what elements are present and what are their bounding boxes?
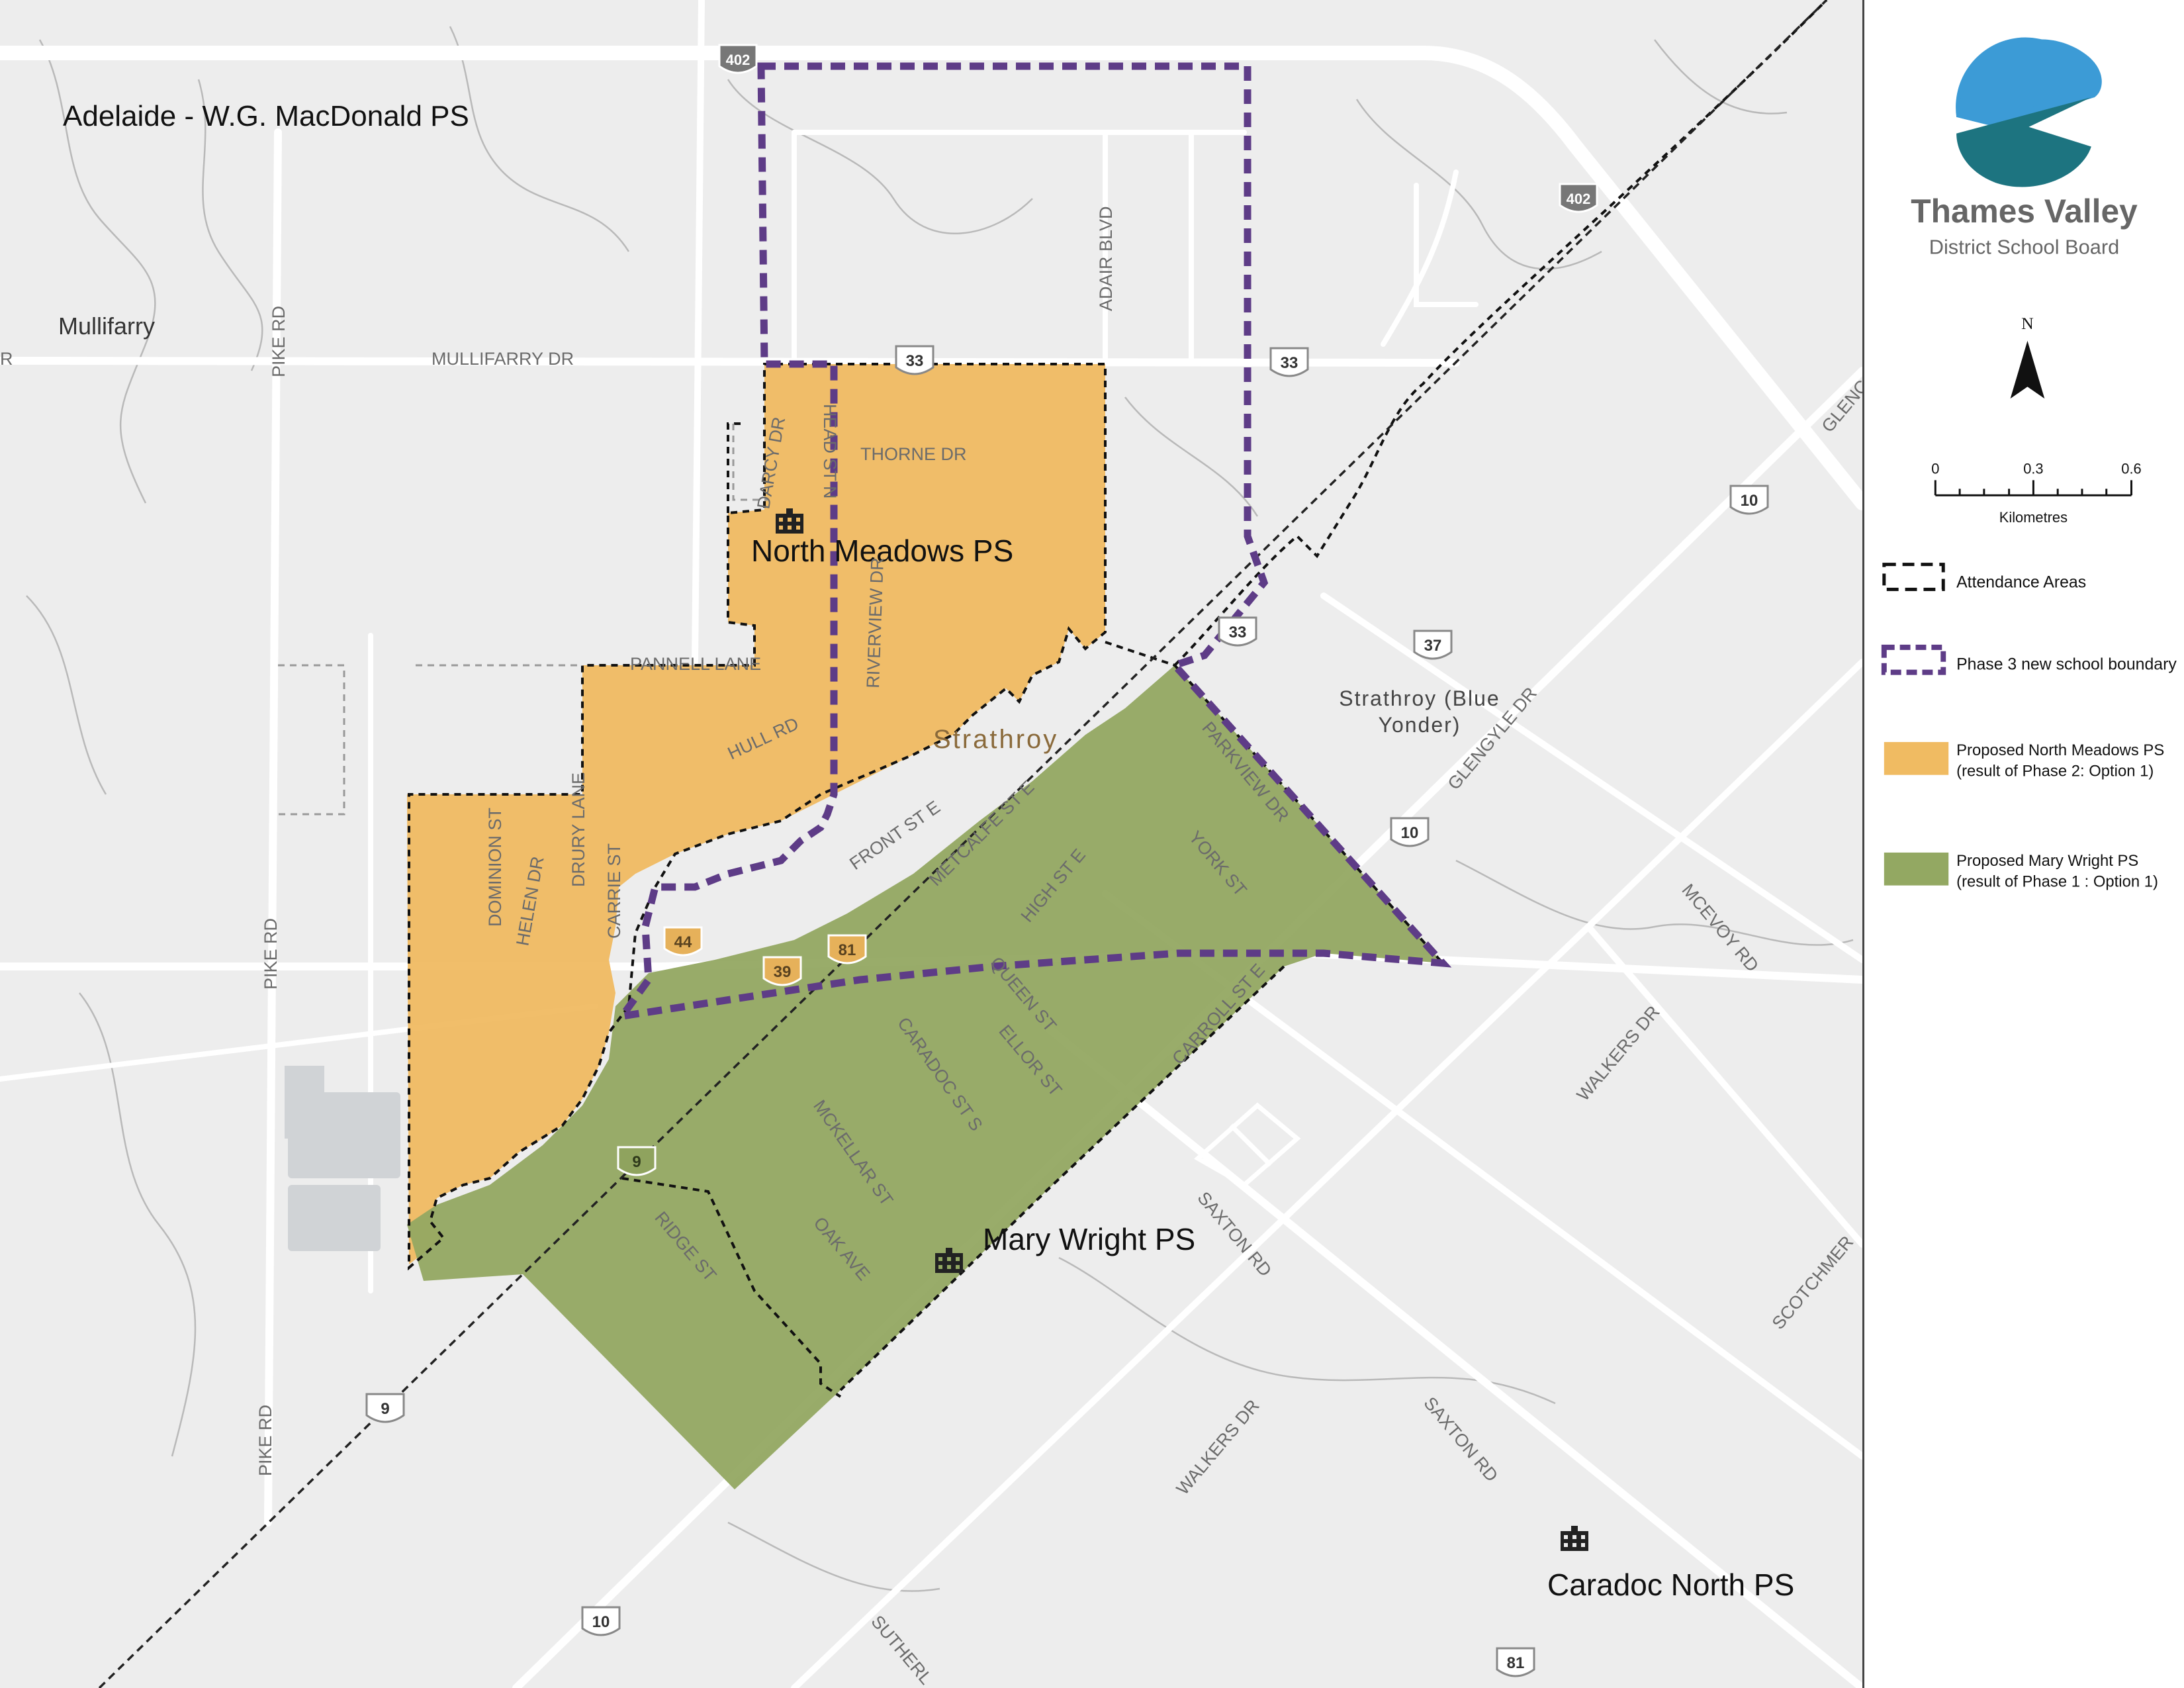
- org-name-line2: District School Board: [1929, 236, 2120, 259]
- shield-81-south: 81: [1496, 1647, 1535, 1677]
- shield-10-north-text: 10: [1741, 492, 1758, 510]
- shield-402-west: 402: [718, 44, 758, 74]
- road-label-drury-lane: DRURY LANE: [569, 773, 588, 887]
- road-label-dominion-st: DOMINION ST: [485, 808, 505, 927]
- shield-402-east: 402: [1559, 183, 1598, 213]
- map-canvas[interactable]: Adelaide - W.G. MacDonald PS Mullifarry …: [0, 0, 1862, 1688]
- shield-9-north: 9: [617, 1146, 657, 1176]
- road-label-pike-rd-1: PIKE RD: [269, 306, 289, 377]
- legend-label-mary-wright-2: (result of Phase 1 : Option 1): [1956, 873, 2158, 891]
- shield-402-east-text: 402: [1567, 191, 1591, 207]
- place-label-mullifarry: Mullifarry: [58, 312, 155, 340]
- shield-10-north: 10: [1729, 485, 1769, 515]
- road-label-pike-rd-2: PIKE RD: [261, 918, 281, 990]
- legend-label-north-meadows-2: (result of Phase 2: Option 1): [1956, 763, 2154, 780]
- shield-81-north: 81: [827, 934, 867, 964]
- north-label: N: [2021, 314, 2034, 333]
- shield-9-north-text: 9: [632, 1153, 641, 1171]
- scale-unit: Kilometres: [1999, 509, 2068, 526]
- scale-tick-2: 0.6: [2121, 460, 2141, 477]
- shield-44-text: 44: [674, 933, 692, 951]
- scale-tick-0: 0: [1931, 460, 1939, 477]
- road-label-pannell-lane: PANNELL LANE: [630, 654, 761, 674]
- legend-panel: Thames Valley District School Board N 0 …: [1862, 0, 2184, 1688]
- road-label-carrie-st: CARRIE ST: [604, 843, 624, 939]
- shield-9-south-text: 9: [381, 1400, 389, 1418]
- road-label-mullifarry-dr: MULLIFARRY DR: [432, 349, 574, 369]
- shield-33-south: 33: [1218, 616, 1257, 647]
- shield-402-west-text: 402: [726, 52, 751, 68]
- shield-33-center-text: 33: [906, 352, 924, 370]
- shield-44: 44: [663, 926, 703, 957]
- place-label-strathroy: Strathroy: [933, 725, 1058, 754]
- shield-10-mid: 10: [1390, 817, 1430, 847]
- shield-39-text: 39: [774, 963, 792, 981]
- scale-bar: 0 0.3 0.6 Kilometres: [1931, 460, 2141, 526]
- shield-10-south-text: 10: [592, 1613, 610, 1631]
- legend-item-attendance: Attendance Areas: [1882, 563, 2086, 591]
- shield-10-mid-text: 10: [1401, 824, 1419, 842]
- road-label-thorne-dr: THORNE DR: [860, 444, 967, 464]
- org-name-line1: Thames Valley: [1911, 193, 2138, 230]
- shield-10-south: 10: [581, 1606, 621, 1636]
- legend-item-mary-wright: Proposed Mary Wright PS (result of Phase…: [1884, 852, 2158, 891]
- road-label-pike-rd-3: PIKE RD: [255, 1405, 275, 1476]
- legend-label-attendance: Attendance Areas: [1956, 573, 2086, 591]
- shield-9-south: 9: [365, 1393, 405, 1423]
- legend-label-mary-wright-1: Proposed Mary Wright PS: [1956, 852, 2138, 870]
- school-label: Caradoc North PS: [1547, 1568, 1794, 1602]
- shield-33-east: 33: [1269, 347, 1309, 377]
- legend-item-phase3: Phase 3 new school boundary: [1881, 644, 2177, 675]
- shield-81-south-text: 81: [1507, 1654, 1525, 1672]
- shield-33-south-text: 33: [1229, 624, 1247, 641]
- road-label-head-st-n: HEAD ST N: [820, 404, 840, 499]
- area-title: Adelaide - W.G. MacDonald PS: [63, 100, 469, 132]
- scale-tick-1: 0.3: [2023, 460, 2043, 477]
- shield-37: 37: [1413, 630, 1453, 660]
- road-label-adair-blvd: ADAIR BLVD: [1096, 206, 1116, 311]
- shield-37-text: 37: [1424, 637, 1442, 655]
- legend-label-north-meadows-1: Proposed North Meadows PS: [1956, 741, 2164, 759]
- place-label-blue-yonder-2: Yonder): [1379, 713, 1461, 737]
- tvdsb-logo: [1956, 37, 2102, 187]
- school-label: Mary Wright PS: [983, 1222, 1195, 1256]
- road-label-r-edge: R: [0, 349, 13, 369]
- legend-item-north-meadows: Proposed North Meadows PS (result of Pha…: [1884, 741, 2164, 780]
- place-label-blue-yonder: Strathroy (Blue: [1339, 686, 1500, 710]
- shield-33-center: 33: [895, 345, 934, 375]
- shield-81-north-text: 81: [839, 941, 856, 959]
- legend-label-phase3: Phase 3 new school boundary: [1956, 656, 2177, 674]
- shield-39: 39: [762, 956, 802, 986]
- north-arrow-icon: N: [2010, 314, 2045, 399]
- shield-33-east-text: 33: [1281, 354, 1298, 372]
